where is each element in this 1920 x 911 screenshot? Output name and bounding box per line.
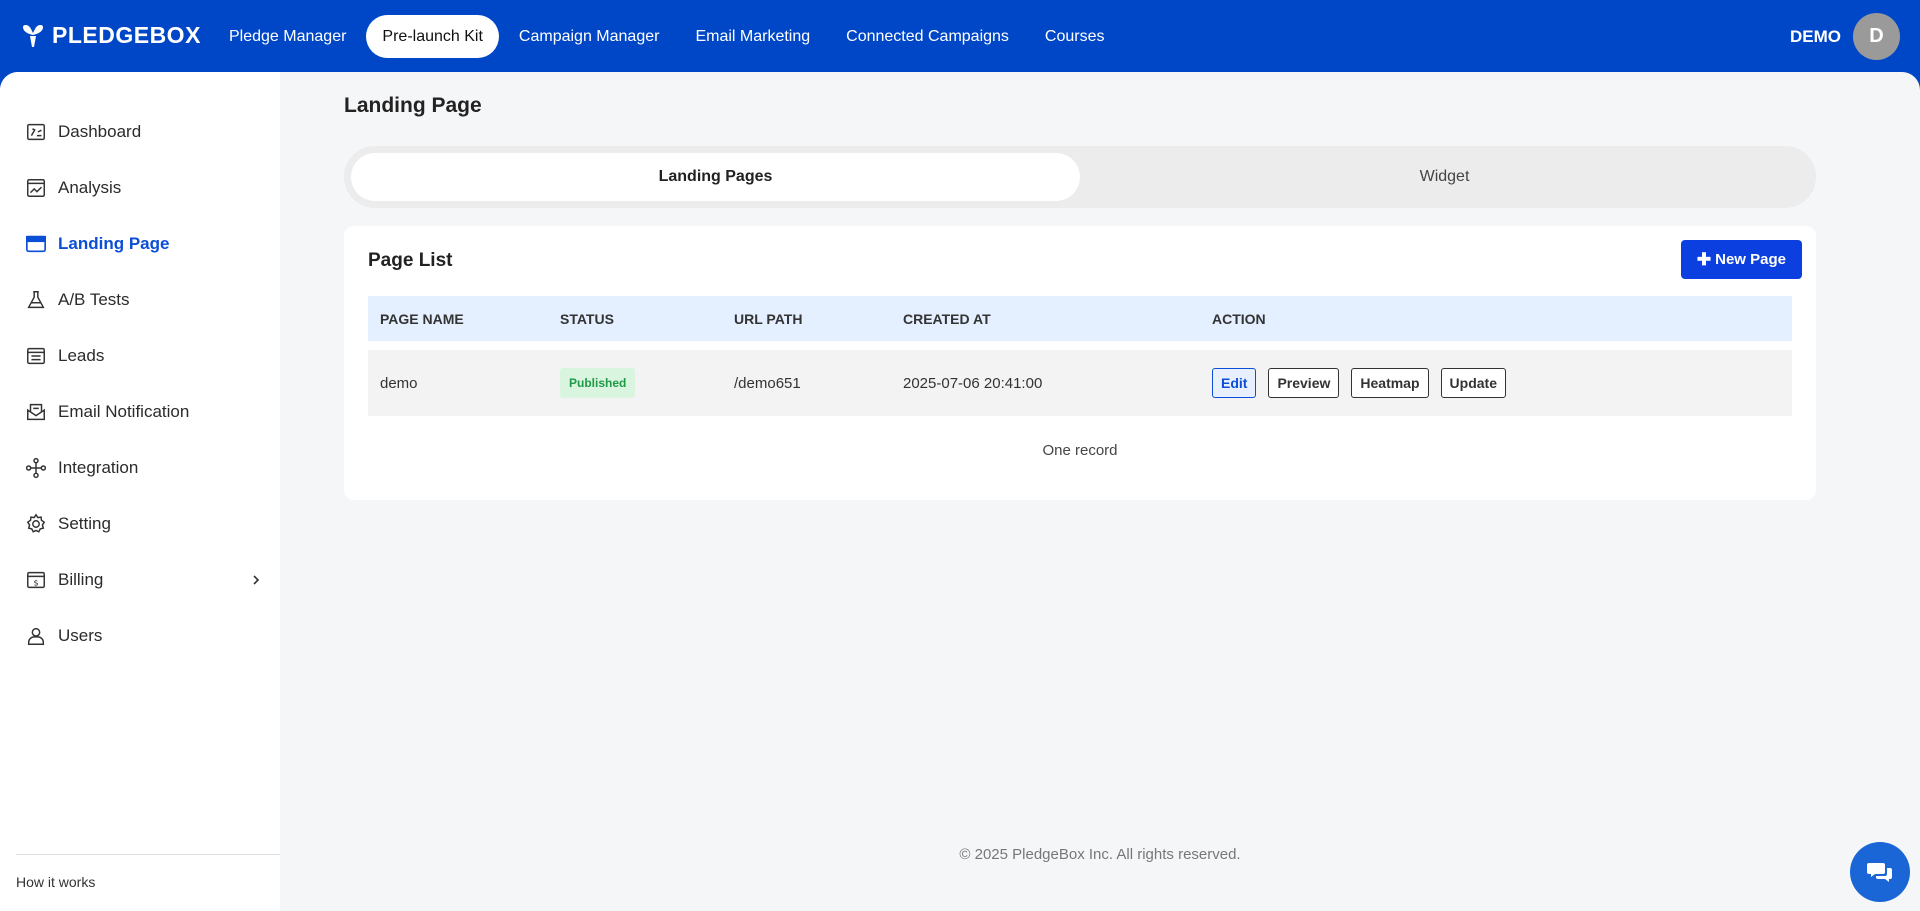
pledgebox-logo-icon [23, 24, 43, 47]
column-header-page-name: PAGE NAME [380, 310, 464, 327]
top-navigation-bar: PLEDGEBOX Pledge Manager Pre-launch Kit … [0, 0, 1920, 72]
sidebar-divider [16, 854, 280, 855]
nav-pre-launch-kit[interactable]: Pre-launch Kit [366, 15, 499, 58]
column-header-status: STATUS [560, 310, 614, 327]
nav-connected-campaigns[interactable]: Connected Campaigns [830, 15, 1025, 58]
sidebar-item-billing[interactable]: $ Billing [24, 564, 264, 596]
column-header-url-path: URL PATH [734, 310, 803, 327]
main-content: Landing Page Landing Pages Widget Page L… [280, 72, 1920, 911]
sidebar-item-users[interactable]: Users [24, 620, 264, 652]
brand-name: PLEDGEBOX [52, 22, 201, 48]
page-list-card: Page List ✚ New Page PAGE NAME STATUS UR… [344, 226, 1816, 500]
app-shell: Dashboard Analysis Landing Page A/B Test… [0, 72, 1920, 911]
user-icon [24, 624, 48, 648]
page-title: Landing Page [344, 94, 482, 117]
footer-copyright: © 2025 PledgeBox Inc. All rights reserve… [959, 846, 1241, 863]
user-menu[interactable]: DEMO D [1790, 13, 1900, 60]
tab-widget[interactable]: Widget [1080, 153, 1809, 201]
nav-email-marketing[interactable]: Email Marketing [679, 15, 826, 58]
sidebar: Dashboard Analysis Landing Page A/B Test… [0, 72, 280, 911]
plus-icon: ✚ [1696, 249, 1712, 269]
heatmap-button[interactable]: Heatmap [1351, 368, 1429, 398]
chat-icon [1867, 863, 1892, 882]
sidebar-item-analysis[interactable]: Analysis [24, 172, 264, 204]
tab-bar: Landing Pages Widget [344, 146, 1816, 208]
cell-page-name: demo [380, 374, 418, 392]
sidebar-item-dashboard[interactable]: Dashboard [24, 116, 264, 148]
sidebar-item-landing-page[interactable]: Landing Page [24, 228, 264, 260]
integration-icon [24, 456, 48, 480]
avatar[interactable]: D [1853, 13, 1900, 60]
table-row: demo Published /demo651 2025-07-06 20:41… [368, 350, 1792, 416]
status-badge: Published [560, 368, 636, 398]
how-it-works-link[interactable]: How it works [16, 874, 95, 890]
svg-text:$: $ [33, 578, 38, 588]
flask-icon [24, 288, 48, 312]
email-icon [24, 400, 48, 424]
nav-campaign-manager[interactable]: Campaign Manager [503, 15, 676, 58]
billing-icon: $ [24, 568, 48, 592]
new-page-button[interactable]: ✚ New Page [1680, 240, 1802, 279]
cell-actions: Edit Preview Heatmap Update [1212, 368, 1792, 398]
main-nav: Pledge Manager Pre-launch Kit Campaign M… [213, 15, 1125, 58]
cell-url-path: /demo651 [734, 374, 801, 392]
cell-created-at: 2025-07-06 20:41:00 [903, 374, 1043, 392]
chevron-right-icon [253, 575, 260, 585]
edit-button[interactable]: Edit [1212, 368, 1257, 398]
record-count: One record [1042, 442, 1118, 459]
user-name: DEMO [1790, 26, 1841, 46]
sidebar-item-integration[interactable]: Integration [24, 452, 264, 484]
sidebar-item-leads[interactable]: Leads [24, 340, 264, 372]
analysis-icon [24, 176, 48, 200]
dashboard-icon [24, 120, 48, 144]
list-icon [24, 344, 48, 368]
gear-icon [24, 512, 48, 536]
chat-button[interactable] [1850, 842, 1910, 902]
column-header-action: ACTION [1212, 310, 1266, 327]
pledgebox-logo[interactable]: PLEDGEBOX [20, 22, 201, 49]
sidebar-item-email-notification[interactable]: Email Notification [24, 396, 264, 428]
preview-button[interactable]: Preview [1268, 368, 1340, 398]
sidebar-item-setting[interactable]: Setting [24, 508, 264, 540]
card-title: Page List [368, 250, 453, 271]
nav-pledge-manager[interactable]: Pledge Manager [213, 15, 362, 58]
nav-courses[interactable]: Courses [1029, 15, 1121, 58]
table-header: PAGE NAME STATUS URL PATH CREATED AT ACT… [368, 296, 1792, 341]
column-header-created-at: CREATED AT [903, 310, 991, 327]
update-button[interactable]: Update [1440, 368, 1506, 398]
landing-page-icon [24, 232, 48, 256]
tab-landing-pages[interactable]: Landing Pages [351, 153, 1080, 201]
sidebar-item-ab-tests[interactable]: A/B Tests [24, 284, 264, 316]
